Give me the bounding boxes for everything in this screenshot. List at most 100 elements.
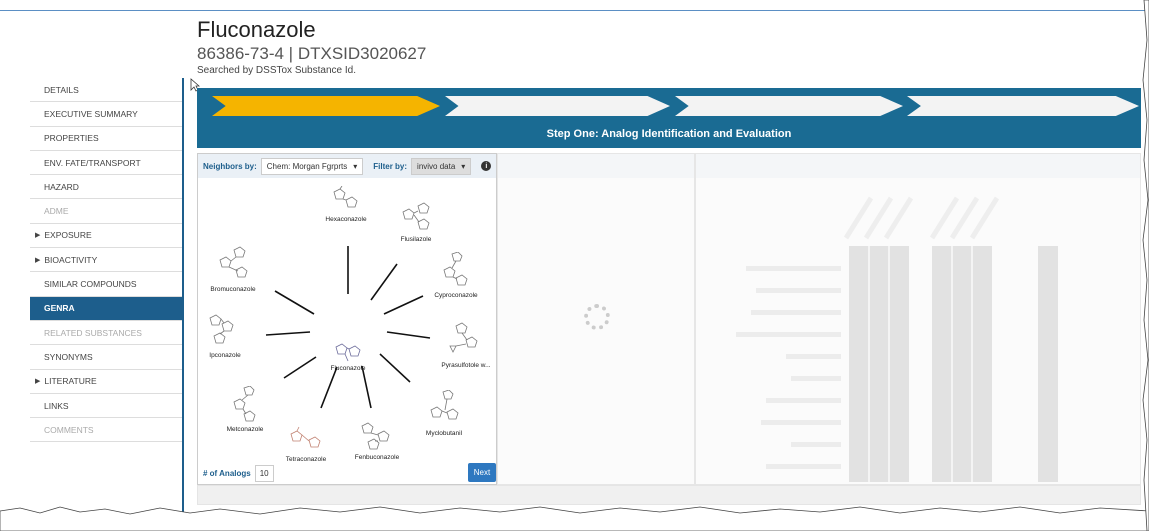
sidebar: DETAILS EXECUTIVE SUMMARY PROPERTIES ENV… — [30, 78, 182, 443]
neighbors-label: Neighbors by: — [203, 161, 257, 171]
analog-flusilazole[interactable]: Flusilazole — [381, 202, 451, 243]
center-compound[interactable]: Fluconazole — [313, 339, 383, 372]
analog-metconazole[interactable]: Metconazole — [210, 386, 280, 433]
molecule-icon — [430, 390, 459, 420]
sidebar-item-adme[interactable]: ADME — [30, 199, 182, 224]
sidebar-item-genra[interactable]: GENRA — [30, 296, 182, 321]
molecule-icon — [233, 386, 256, 422]
molecule-icon — [361, 422, 390, 450]
sidebar-item-label: HAZARD — [44, 181, 79, 192]
sidebar-item-label: SYNONYMS — [44, 351, 93, 362]
page-header: Fluconazole 86386-73-4 | DTXSID3020627 S… — [197, 17, 427, 77]
caret-down-icon: ▾ — [461, 161, 466, 171]
analog-fenbuconazole[interactable]: Fenbuconazole — [342, 420, 412, 461]
caret-right-icon: ▶ — [35, 378, 41, 386]
sidebar-item-related-substances[interactable]: RELATED SUBSTANCES — [30, 321, 182, 346]
sidebar-item-label: RELATED SUBSTANCES — [44, 327, 142, 338]
sidebar-item-hazard[interactable]: HAZARD — [30, 175, 182, 200]
step-title: Step One: Analog Identification and Eval… — [546, 128, 792, 140]
molecule-icon — [290, 426, 321, 448]
compound-label: Pyrasulfotole w... — [441, 362, 491, 369]
filter-select[interactable]: invivo data ▾ — [411, 157, 472, 175]
bottom-toolbar — [197, 485, 1141, 505]
analog-panel-header: Neighbors by: Chem: Morgan Fgrprts ▾ Filt… — [198, 154, 496, 178]
sidebar-item-label: GENRA — [44, 303, 75, 314]
analog-tetraconazole[interactable]: Tetraconazole — [271, 426, 341, 463]
compound-label: Ipconazole — [209, 352, 241, 359]
num-analogs: # of Analogs 10 — [203, 465, 274, 482]
molecule-icon — [402, 202, 430, 230]
step-2-arrow[interactable] — [445, 96, 670, 116]
analog-hexaconazole[interactable]: Hexaconazole — [311, 186, 381, 223]
sidebar-item-similar-compounds[interactable]: SIMILAR COMPOUNDS — [30, 272, 182, 297]
torn-edge-bottom — [0, 506, 1149, 531]
filter-value: invivo data — [417, 161, 456, 171]
compound-label: Metconazole — [226, 426, 264, 433]
analog-myclobutanil[interactable]: Myclobutanil — [409, 390, 479, 437]
molecule-icon — [209, 314, 234, 344]
compound-label: Flusilazole — [400, 236, 432, 243]
sidebar-item-properties[interactable]: PROPERTIES — [30, 127, 182, 151]
sidebar-item-label: LINKS — [44, 400, 69, 411]
caret-right-icon: ▶ — [35, 232, 41, 240]
neighbors-select[interactable]: Chem: Morgan Fgrprts ▾ — [260, 157, 364, 175]
sidebar-item-comments[interactable]: COMMENTS — [30, 418, 182, 443]
molecule-icon — [443, 252, 468, 286]
filter-label: Filter by: — [373, 161, 408, 171]
compound-label: Hexaconazole — [325, 216, 367, 223]
caret-down-icon: ▾ — [353, 161, 358, 171]
compound-label: Bromuconazole — [210, 286, 256, 293]
analog-panel: Neighbors by: Chem: Morgan Fgrprts ▾ Filt… — [197, 153, 497, 485]
analog-pyrasulfotole[interactable]: Pyrasulfotole w... — [431, 322, 501, 369]
sidebar-item-label: EXPOSURE — [44, 230, 92, 241]
analog-ipconazole[interactable]: Ipconazole — [190, 314, 260, 359]
step-4-arrow[interactable] — [907, 96, 1139, 116]
sidebar-item-literature[interactable]: ▶ LITERATURE — [30, 370, 182, 394]
torn-edge-right — [1142, 0, 1149, 531]
compound-label: Tetraconazole — [285, 456, 327, 463]
data-matrix-grid — [736, 196, 1058, 482]
page-subtitle: 86386-73-4 | DTXSID3020627 — [197, 44, 427, 63]
compound-label: Fluconazole — [330, 365, 366, 372]
sidebar-item-label: EXECUTIVE SUMMARY — [44, 108, 138, 119]
loading-panel-header — [498, 154, 694, 178]
compound-label: Fenbuconazole — [354, 454, 400, 461]
molecule-icon — [335, 343, 361, 362]
compound-label: Myclobutanil — [425, 430, 463, 437]
sidebar-item-label: LITERATURE — [44, 376, 97, 387]
loading-spinner-icon — [584, 304, 610, 330]
sidebar-item-label: ENV. FATE/TRANSPORT — [44, 157, 141, 168]
data-matrix-header — [696, 154, 1140, 178]
page-title: Fluconazole — [197, 17, 316, 42]
num-analogs-input[interactable]: 10 — [254, 465, 274, 482]
analog-bromuconazole[interactable]: Bromuconazole — [198, 246, 268, 293]
num-analogs-label: # of Analogs — [203, 469, 251, 478]
sidebar-item-label: ADME — [44, 206, 69, 217]
sidebar-item-bioactivity[interactable]: ▶ BIOACTIVITY — [30, 248, 182, 273]
info-icon[interactable]: i — [481, 161, 492, 171]
sidebar-item-label: SIMILAR COMPOUNDS — [44, 279, 137, 290]
sidebar-item-label: BIOACTIVITY — [44, 254, 98, 265]
neighbors-value: Chem: Morgan Fgrprts — [266, 161, 348, 171]
sidebar-item-details[interactable]: DETAILS — [30, 78, 182, 103]
sidebar-item-env-fate[interactable]: ENV. FATE/TRANSPORT — [30, 151, 182, 176]
step-1-arrow[interactable] — [212, 96, 440, 116]
sidebar-item-executive-summary[interactable]: EXECUTIVE SUMMARY — [30, 102, 182, 127]
caret-right-icon: ▶ — [35, 256, 41, 264]
step-wizard: Step One: Analog Identification and Eval… — [197, 88, 1141, 148]
sidebar-item-exposure[interactable]: ▶ EXPOSURE — [30, 224, 182, 249]
step-3-arrow[interactable] — [675, 96, 903, 116]
compound-label: Cyproconazole — [434, 292, 478, 299]
sidebar-item-label: DETAILS — [44, 84, 79, 95]
analog-cyproconazole[interactable]: Cyproconazole — [421, 252, 491, 299]
molecule-icon — [333, 186, 358, 208]
loading-panel — [497, 153, 695, 485]
sidebar-item-label: PROPERTIES — [44, 133, 99, 144]
next-button[interactable]: Next — [468, 463, 496, 482]
sidebar-divider — [182, 78, 184, 531]
sidebar-item-links[interactable]: LINKS — [30, 394, 182, 419]
data-matrix-panel — [695, 153, 1141, 485]
search-note: Searched by DSSTox Substance Id. — [197, 65, 356, 76]
sidebar-item-synonyms[interactable]: SYNONYMS — [30, 345, 182, 370]
top-divider — [0, 10, 1149, 11]
